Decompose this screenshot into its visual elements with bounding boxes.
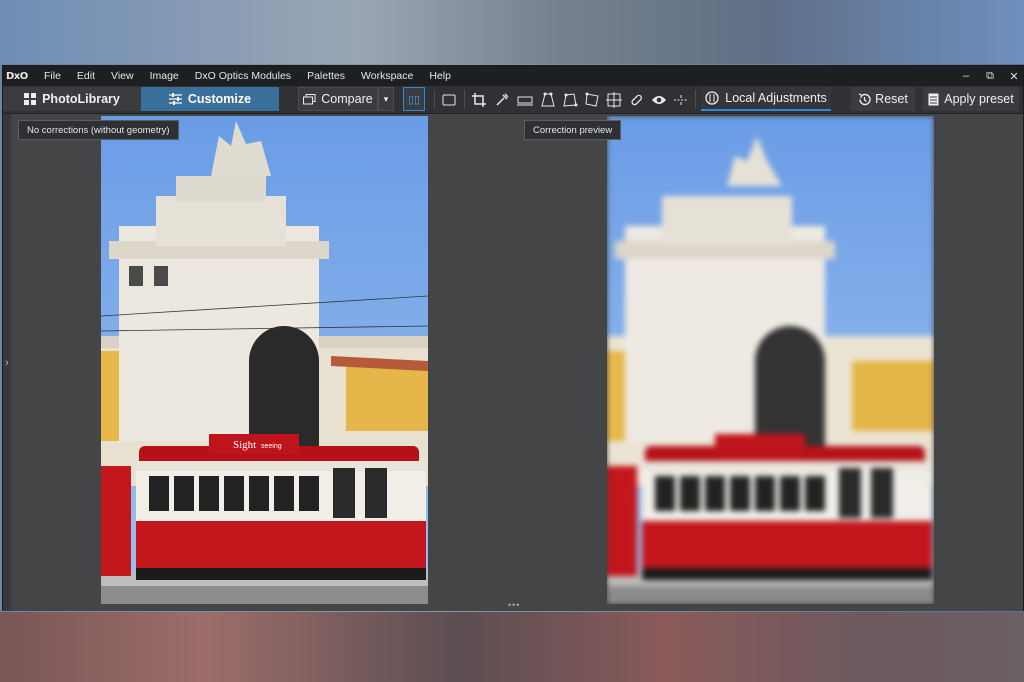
photolibrary-label: PhotoLibrary (42, 92, 120, 106)
apply-preset-button[interactable]: Apply preset (923, 87, 1019, 111)
menu-view[interactable]: View (103, 70, 142, 82)
volume-deformation-icon[interactable] (560, 90, 580, 110)
photo-scene-blurred (607, 116, 934, 604)
local-adjustments-icon (705, 91, 719, 105)
preset-icon (928, 93, 939, 105)
dxo-app-window: DxO File Edit View Image DxO Optics Modu… (2, 65, 1024, 611)
menu-file[interactable]: File (36, 70, 69, 82)
compare-button[interactable]: Compare (298, 87, 378, 111)
tram: Sight seeing (101, 434, 426, 580)
history-icon (858, 92, 871, 105)
image-viewer: › Sight seeing No corrections (without g… (3, 114, 1023, 611)
grid-overlay-icon[interactable] (604, 90, 624, 110)
toolbar-separator (695, 90, 696, 109)
repair-icon[interactable] (626, 90, 646, 110)
customize-tab[interactable]: Customize (141, 87, 279, 111)
bottom-panel-handle[interactable]: ••• (508, 600, 520, 610)
original-photo[interactable]: Sight seeing (101, 116, 428, 604)
sliders-icon (168, 93, 182, 105)
red-eye-icon[interactable] (649, 90, 669, 110)
local-adjustments-button[interactable]: Local Adjustments (701, 87, 831, 111)
reset-button[interactable]: Reset (851, 87, 915, 111)
menu-optics-modules[interactable]: DxO Optics Modules (187, 70, 299, 82)
minimize-button[interactable]: – (955, 66, 977, 86)
right-view-tooltip: Correction preview (524, 120, 622, 140)
compare-label: Compare (321, 92, 373, 106)
picker-icon[interactable] (492, 90, 512, 110)
restore-button[interactable]: ⧉ (979, 66, 1001, 86)
desktop-background-bottom (0, 612, 1024, 682)
reset-label: Reset (875, 92, 908, 106)
split-view-button[interactable]: ▯▯ (403, 87, 425, 111)
corrected-photo[interactable] (607, 116, 934, 604)
menu-palettes[interactable]: Palettes (299, 70, 353, 82)
toolbar-separator (434, 90, 435, 109)
tram-sign-seeing: seeing (261, 443, 282, 450)
menu-workspace[interactable]: Workspace (353, 70, 421, 82)
photolibrary-tab[interactable]: PhotoLibrary (3, 87, 141, 111)
local-adjustments-label: Local Adjustments (725, 91, 827, 105)
customize-label: Customize (187, 92, 252, 106)
compare-icon (303, 93, 316, 104)
straighten-icon[interactable] (671, 90, 691, 110)
desktop-background-top (0, 0, 1024, 64)
menu-help[interactable]: Help (421, 70, 459, 82)
tram-sign-sight: Sight (233, 439, 256, 451)
left-view-tooltip: No corrections (without geometry) (18, 120, 179, 140)
menu-edit[interactable]: Edit (69, 70, 103, 82)
dxo-logo: DxO (6, 70, 28, 82)
photo-scene: Sight seeing (101, 116, 428, 604)
keystone-icon[interactable] (582, 90, 602, 110)
toolbar: PhotoLibrary Customize Compare ▾ ▯▯ Loca… (3, 86, 1023, 114)
apply-preset-label: Apply preset (944, 92, 1014, 106)
close-button[interactable]: ✕ (1003, 66, 1024, 86)
toolbar-separator (464, 90, 465, 109)
horizon-icon[interactable] (515, 90, 535, 110)
menu-image[interactable]: Image (142, 70, 187, 82)
grid-icon (24, 93, 37, 105)
expand-panel-handle[interactable]: › (3, 114, 11, 611)
compare-dropdown[interactable]: ▾ (378, 87, 394, 111)
crop-icon[interactable] (469, 90, 489, 110)
rotate-view-icon[interactable] (439, 90, 459, 110)
perspective-icon[interactable] (538, 90, 558, 110)
menu-bar: DxO File Edit View Image DxO Optics Modu… (3, 66, 1023, 86)
